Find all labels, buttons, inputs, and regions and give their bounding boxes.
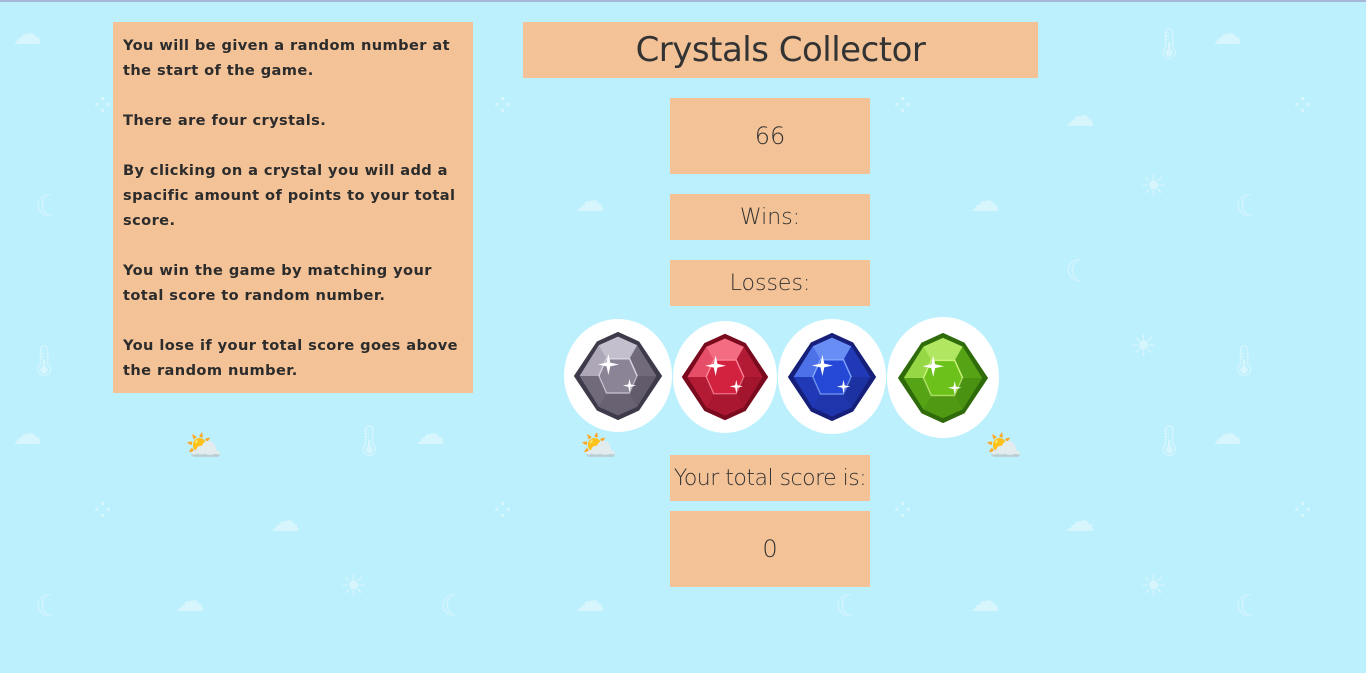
losses-counter: Losses: <box>670 260 870 306</box>
moon-cloud-icon: ☾ <box>440 589 467 624</box>
sun-wind-icon: ☀ <box>340 569 367 604</box>
crystal-green-button[interactable] <box>887 317 999 438</box>
rain-cloud-icon: ☁ <box>1065 99 1095 134</box>
instruction-text: By clicking on a crystal you will add a … <box>123 162 456 229</box>
sun-wind-icon: ☀ <box>1140 169 1167 204</box>
sun-icon: ☀ <box>1130 329 1157 364</box>
rain-cloud-icon: ☁ <box>575 584 605 619</box>
sun-cloud-icon: ⛅ <box>185 429 223 464</box>
snow-icon: ⁘ <box>490 494 516 529</box>
rain-cloud-icon: ☁ <box>970 184 1000 219</box>
thermometer-icon: 🌡 <box>1225 344 1264 379</box>
game-title: Crystals Collector <box>523 22 1038 78</box>
thermometer-icon: 🌡 <box>1150 27 1189 62</box>
thermometer-icon: 🌡 <box>350 424 389 459</box>
snow-icon: ⁘ <box>490 89 516 124</box>
moon-cloud-icon: ☾ <box>35 189 62 224</box>
red-gem-icon <box>681 333 769 421</box>
sun-wind-icon: ☀ <box>1140 569 1167 604</box>
instructions-panel: You will be given a random number at the… <box>113 22 473 393</box>
crystal-blue-button[interactable] <box>778 319 886 434</box>
thermometer-icon: 🌡 <box>1150 424 1189 459</box>
sun-cloud-icon: ⛅ <box>985 429 1023 464</box>
cloud-icon: ☁ <box>970 584 1000 619</box>
crystal-red-button[interactable] <box>673 321 777 433</box>
snow-icon: ⁘ <box>90 89 116 124</box>
snow-icon: ⁘ <box>890 494 916 529</box>
moon-cloud-icon: ☾ <box>1235 589 1262 624</box>
cloud-icon: ☁ <box>12 417 42 452</box>
rain-cloud-icon: ☁ <box>575 184 605 219</box>
total-score-label: Your total score is: <box>670 455 870 501</box>
instruction-text: There are four crystals. <box>123 112 327 129</box>
blue-gem-icon <box>787 332 877 421</box>
snow-icon: ⁘ <box>90 494 116 529</box>
snow-icon: ⁘ <box>890 89 916 124</box>
wins-counter: Wins: <box>670 194 870 240</box>
target-number: 66 <box>670 98 870 174</box>
cloud-icon: ☁ <box>1212 17 1242 52</box>
rain-cloud-icon: ☁ <box>175 584 205 619</box>
green-gem-icon <box>897 332 989 423</box>
thermometer-icon: 🌡 <box>25 344 64 379</box>
snow-icon: ⁘ <box>1290 89 1316 124</box>
crystal-gray-button[interactable] <box>564 319 672 432</box>
cloud-icon: ☁ <box>1212 417 1242 452</box>
instruction-text: You lose if your total score goes above … <box>123 337 458 379</box>
total-score-value: 0 <box>670 511 870 587</box>
rain-cloud-icon: ☁ <box>270 504 300 539</box>
gray-gem-icon <box>573 331 663 420</box>
rain-cloud-icon: ☁ <box>1065 504 1095 539</box>
cloud-icon: ☁ <box>12 17 42 52</box>
moon-cloud-icon: ☾ <box>35 589 62 624</box>
cloud-icon: ☁ <box>415 417 445 452</box>
instruction-text: You will be given a random number at the… <box>123 37 451 79</box>
moon-cloud-icon: ☾ <box>835 589 862 624</box>
snow-icon: ⁘ <box>1290 494 1316 529</box>
moon-cloud-icon: ☾ <box>1235 189 1262 224</box>
sun-cloud-icon: ⛅ <box>580 429 618 464</box>
moon-icon: ☾ <box>1065 254 1092 289</box>
instruction-text: You win the game by matching your total … <box>123 262 432 304</box>
